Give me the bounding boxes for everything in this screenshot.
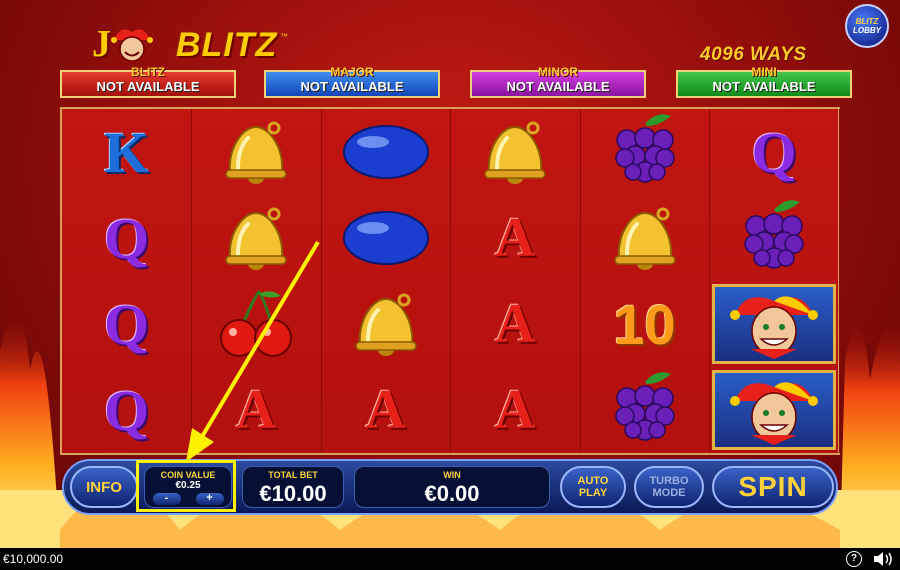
balance: €10,000.00 — [3, 552, 64, 566]
symbol-a: A — [365, 379, 406, 441]
reel-symbol — [451, 109, 580, 195]
jackpot-major: MAJOR NOT AVAILABLE — [264, 65, 440, 98]
joker-icon — [712, 370, 836, 450]
reel-symbol — [192, 195, 321, 281]
symbol-q: Q — [103, 377, 150, 443]
logo-trademark: ™ — [280, 32, 288, 41]
speaker-icon[interactable] — [872, 550, 894, 568]
jackpot-mini: MINI NOT AVAILABLE — [676, 65, 852, 98]
symbol-q: Q — [751, 119, 797, 185]
autoplay-line2: PLAY — [578, 487, 608, 499]
reel-symbol — [580, 367, 709, 453]
reel-4: AAA — [451, 109, 581, 453]
win-panel: WIN €0.00 — [354, 466, 550, 508]
symbol-a: A — [235, 379, 277, 441]
joker-icon — [712, 284, 836, 364]
grapes-icon — [734, 196, 814, 280]
reel-symbol — [321, 109, 450, 195]
symbol-a: A — [494, 293, 536, 355]
symbol-q: Q — [103, 205, 150, 271]
autoplay-button[interactable]: AUTO PLAY — [560, 466, 626, 508]
reel-symbol: Q — [710, 109, 839, 195]
jackpot-value: NOT AVAILABLE — [712, 78, 816, 94]
jackpot-blitz: BLITZ NOT AVAILABLE — [60, 65, 236, 98]
plum-icon — [341, 208, 431, 268]
turbo-line2: MODE — [652, 487, 686, 499]
reel-symbol: Q — [62, 195, 191, 281]
reel-symbol — [710, 367, 839, 453]
total-bet-value: €10.00 — [259, 481, 327, 506]
reel-symbol — [710, 281, 839, 367]
jackpot-value: NOT AVAILABLE — [506, 78, 610, 94]
jackpot-label: MINOR — [538, 65, 578, 79]
jackpot-minor: MINOR NOT AVAILABLE — [470, 65, 646, 98]
reel-symbol: A — [451, 195, 580, 281]
reel-symbol — [580, 109, 709, 195]
bell-icon — [216, 202, 296, 274]
reel-symbol — [321, 195, 450, 281]
total-bet-panel[interactable]: TOTAL BET €10.00 — [242, 466, 344, 508]
jackpot-label: BLITZ — [131, 65, 165, 79]
jackpot-label: MAJOR — [330, 65, 374, 79]
grapes-icon — [605, 110, 685, 194]
reel-5: 10 — [580, 109, 710, 453]
logo-letter: J — [92, 23, 111, 65]
win-value: €0.00 — [424, 481, 480, 506]
reel-symbol: Q — [62, 367, 191, 453]
reel-symbol: K — [62, 109, 191, 195]
lobby-line1: BLITZ — [855, 17, 879, 26]
symbol-k: K — [103, 119, 150, 185]
info-button[interactable]: INFO — [70, 466, 138, 508]
reel-symbol: 10 — [580, 281, 709, 367]
jackpot-value: NOT AVAILABLE — [300, 78, 404, 94]
cherries-icon — [211, 288, 301, 360]
win-title: WIN — [443, 470, 461, 480]
lobby-line2: LOBBY — [853, 26, 881, 35]
bell-icon — [216, 116, 296, 188]
reel-1: KQQQ — [62, 109, 192, 453]
symbol-ten: 10 — [613, 292, 676, 356]
reel-symbol — [710, 195, 839, 281]
reel-symbol: A — [321, 367, 450, 453]
reel-3: A — [321, 109, 451, 453]
status-bar: €10,000.00 ? — [0, 548, 900, 570]
game-logo: J BLITZ ™ — [92, 22, 292, 70]
bell-icon — [346, 288, 426, 360]
reel-symbol: A — [451, 281, 580, 367]
bell-icon — [605, 202, 685, 274]
autoplay-line1: AUTO — [577, 475, 609, 487]
reel-symbol: Q — [62, 281, 191, 367]
jackpot-label: MINI — [751, 65, 777, 79]
reel-grid: K Q Q Q A A A A A 10 Q — [60, 107, 840, 455]
reel-symbol — [192, 281, 321, 367]
symbol-a: A — [494, 379, 536, 441]
turbo-mode-button[interactable]: TURBO MODE — [634, 466, 704, 508]
reel-2: A — [192, 109, 322, 453]
logo-word: BLITZ — [176, 26, 278, 64]
reel-symbol: A — [451, 367, 580, 453]
reel-symbol — [192, 109, 321, 195]
jester-face-icon — [111, 29, 153, 62]
turbo-line1: TURBO — [649, 475, 689, 487]
total-bet-title: TOTAL BET — [268, 470, 318, 480]
reel-symbol — [321, 281, 450, 367]
plum-icon — [341, 122, 431, 182]
symbol-a: A — [494, 207, 536, 269]
grapes-icon — [605, 368, 685, 452]
spin-button[interactable]: SPIN — [712, 466, 834, 508]
blitz-lobby-button[interactable]: BLITZ LOBBY — [845, 4, 889, 48]
coin-value-highlight — [136, 460, 236, 512]
reel-6: Q — [710, 109, 840, 453]
reel-symbol: A — [192, 367, 321, 453]
jackpot-value: NOT AVAILABLE — [96, 78, 200, 94]
reel-symbol — [580, 195, 709, 281]
ways-count: 4096 WAYS — [700, 44, 807, 65]
bell-icon — [475, 116, 555, 188]
help-icon[interactable]: ? — [846, 551, 862, 567]
symbol-q: Q — [103, 291, 150, 357]
